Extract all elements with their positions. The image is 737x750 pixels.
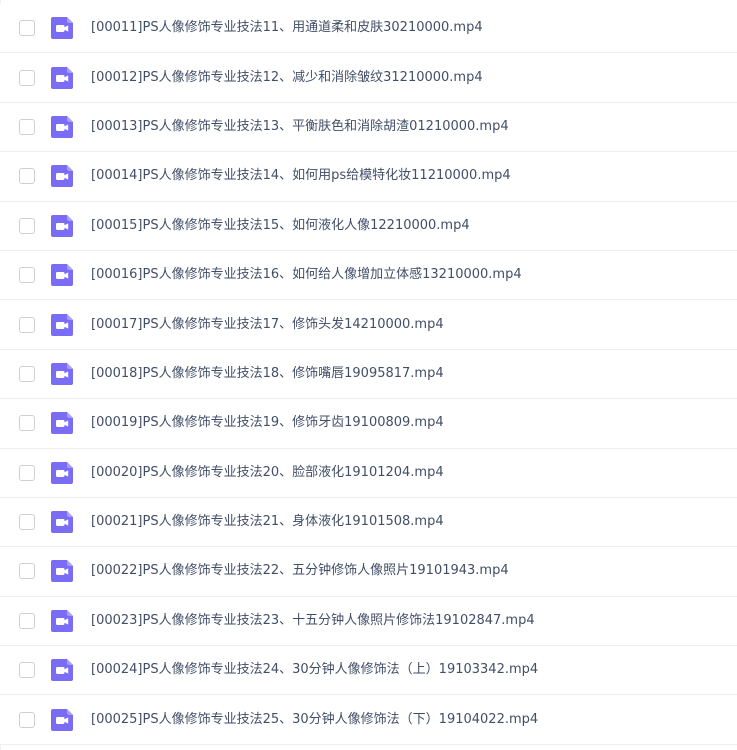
video-file-icon xyxy=(50,164,74,188)
file-name[interactable]: [00018]PS人像修饰专业技法18、修饰嘴唇19095817.mp4 xyxy=(91,366,444,382)
video-file-icon xyxy=(50,16,74,40)
file-row[interactable]: [00017]PS人像修饰专业技法17、修饰头发14210000.mp4 xyxy=(0,300,737,350)
file-row[interactable]: [00011]PS人像修饰专业技法11、用通道柔和皮肤30210000.mp4 xyxy=(0,4,737,54)
file-name[interactable]: [00019]PS人像修饰专业技法19、修饰牙齿19100809.mp4 xyxy=(91,415,444,431)
file-name[interactable]: [00012]PS人像修饰专业技法12、减少和消除皱纹31210000.mp4 xyxy=(91,70,483,86)
video-file-icon xyxy=(50,411,74,435)
video-file-icon xyxy=(50,559,74,583)
video-file-icon xyxy=(50,313,74,337)
file-name[interactable]: [00011]PS人像修饰专业技法11、用通道柔和皮肤30210000.mp4 xyxy=(91,20,483,36)
video-file-icon xyxy=(50,66,74,90)
row-checkbox[interactable] xyxy=(19,563,35,580)
file-name[interactable]: [00013]PS人像修饰专业技法13、平衡肤色和消除胡渣01210000.mp… xyxy=(91,119,509,135)
video-file-icon xyxy=(50,461,74,485)
file-row[interactable]: [00023]PS人像修饰专业技法23、十五分钟人像照片修饰法19102847.… xyxy=(0,596,737,647)
file-row[interactable]: [00012]PS人像修饰专业技法12、减少和消除皱纹31210000.mp4 xyxy=(0,53,737,103)
row-checkbox[interactable] xyxy=(19,69,35,86)
file-row[interactable]: [00014]PS人像修饰专业技法14、如何用ps给模特化妆11210000.m… xyxy=(0,152,737,202)
file-row[interactable]: [00024]PS人像修饰专业技法24、30分钟人像修饰法（上）19103342… xyxy=(0,646,737,696)
row-checkbox[interactable] xyxy=(19,711,35,728)
file-name[interactable]: [00021]PS人像修饰专业技法21、身体液化19101508.mp4 xyxy=(91,514,444,530)
row-checkbox[interactable] xyxy=(19,415,35,432)
file-row[interactable]: [00015]PS人像修饰专业技法15、如何液化人像12210000.mp4 xyxy=(0,201,737,251)
row-checkbox[interactable] xyxy=(19,20,35,37)
file-row[interactable]: [00019]PS人像修饰专业技法19、修饰牙齿19100809.mp4 xyxy=(0,399,737,449)
file-name[interactable]: [00022]PS人像修饰专业技法22、五分钟修饰人像照片19101943.mp… xyxy=(91,563,509,579)
file-row[interactable]: [00013]PS人像修饰专业技法13、平衡肤色和消除胡渣01210000.mp… xyxy=(0,102,737,153)
row-checkbox[interactable] xyxy=(19,267,35,284)
file-name[interactable]: [00023]PS人像修饰专业技法23、十五分钟人像照片修饰法19102847.… xyxy=(91,613,535,629)
row-checkbox[interactable] xyxy=(19,612,35,629)
row-checkbox[interactable] xyxy=(19,118,35,135)
file-row[interactable]: [00021]PS人像修饰专业技法21、身体液化19101508.mp4 xyxy=(0,497,737,548)
file-row[interactable]: [00025]PS人像修饰专业技法25、30分钟人像修饰法（下）19104022… xyxy=(0,695,737,745)
file-name[interactable]: [00024]PS人像修饰专业技法24、30分钟人像修饰法（上）19103342… xyxy=(91,662,538,678)
file-name[interactable]: [00020]PS人像修饰专业技法20、脸部液化19101204.mp4 xyxy=(91,465,444,481)
row-checkbox[interactable] xyxy=(19,365,35,382)
row-checkbox[interactable] xyxy=(19,168,35,185)
video-file-icon xyxy=(50,362,74,386)
video-file-icon xyxy=(50,510,74,534)
file-name[interactable]: [00025]PS人像修饰专业技法25、30分钟人像修饰法（下）19104022… xyxy=(91,712,538,728)
video-file-icon xyxy=(50,658,74,682)
video-file-icon xyxy=(50,115,74,139)
video-file-icon xyxy=(50,708,74,732)
file-row[interactable]: [00022]PS人像修饰专业技法22、五分钟修饰人像照片19101943.mp… xyxy=(0,547,737,597)
file-name[interactable]: [00016]PS人像修饰专业技法16、如何给人像增加立体感13210000.m… xyxy=(91,267,522,283)
row-checkbox[interactable] xyxy=(19,662,35,679)
file-name[interactable]: [00017]PS人像修饰专业技法17、修饰头发14210000.mp4 xyxy=(91,317,444,333)
row-checkbox[interactable] xyxy=(19,464,35,481)
file-name[interactable]: [00015]PS人像修饰专业技法15、如何液化人像12210000.mp4 xyxy=(91,218,470,234)
file-list: [00011]PS人像修饰专业技法11、用通道柔和皮肤30210000.mp4 … xyxy=(0,4,737,745)
row-checkbox[interactable] xyxy=(19,514,35,531)
file-row[interactable]: [00020]PS人像修饰专业技法20、脸部液化19101204.mp4 xyxy=(0,448,737,498)
row-checkbox[interactable] xyxy=(19,316,35,333)
video-file-icon xyxy=(50,609,74,633)
video-file-icon xyxy=(50,214,74,238)
row-checkbox[interactable] xyxy=(19,217,35,234)
file-row[interactable]: [00016]PS人像修饰专业技法16、如何给人像增加立体感13210000.m… xyxy=(0,250,737,301)
file-name[interactable]: [00014]PS人像修饰专业技法14、如何用ps给模特化妆11210000.m… xyxy=(91,168,511,184)
file-row[interactable]: [00018]PS人像修饰专业技法18、修饰嘴唇19095817.mp4 xyxy=(0,349,737,400)
video-file-icon xyxy=(50,263,74,287)
